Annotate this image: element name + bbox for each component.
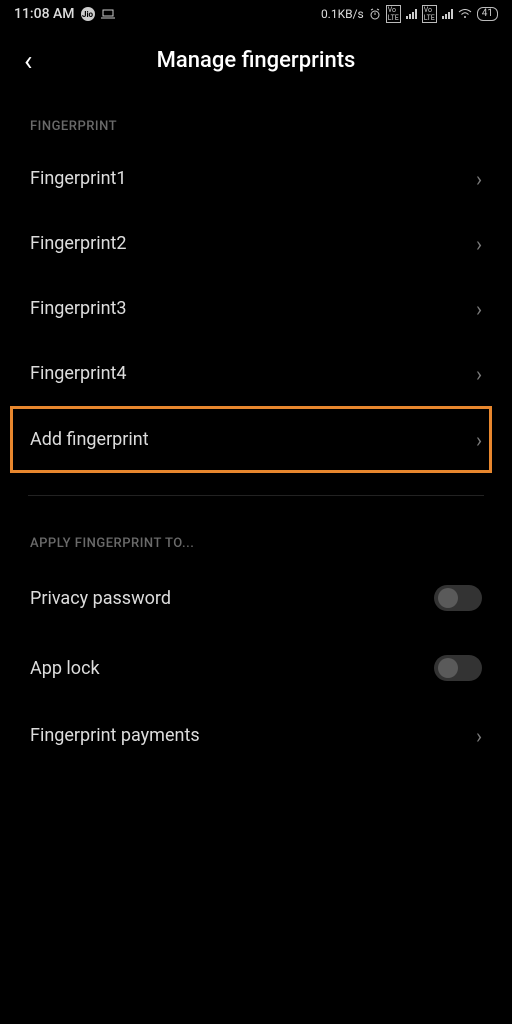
volte-icon-1: VoLTE xyxy=(386,5,401,23)
fingerprint-label: Fingerprint1 xyxy=(30,168,127,189)
divider xyxy=(28,495,484,496)
fingerprint-item-4[interactable]: Fingerprint4 › xyxy=(0,341,512,406)
status-left: 11:08 AM Jio xyxy=(14,6,115,22)
fingerprint-item-3[interactable]: Fingerprint3 › xyxy=(0,276,512,341)
carrier-icon: Jio xyxy=(81,7,95,21)
privacy-password-toggle[interactable] xyxy=(434,585,482,611)
chevron-right-icon: › xyxy=(476,428,482,452)
fingerprint-label: Fingerprint3 xyxy=(30,298,127,319)
chevron-right-icon: › xyxy=(476,169,482,189)
status-right: 0.1KB/s VoLTE VoLTE 41 xyxy=(321,5,498,23)
privacy-password-label: Privacy password xyxy=(30,588,171,609)
data-rate: 0.1KB/s xyxy=(321,7,364,21)
section-header-apply: APPLY FINGERPRINT TO... xyxy=(0,518,512,563)
add-fingerprint-label: Add fingerprint xyxy=(30,429,149,450)
wifi-icon xyxy=(458,9,472,19)
battery-icon: 41 xyxy=(477,7,498,21)
fingerprint-label: Fingerprint4 xyxy=(30,363,127,384)
chevron-right-icon: › xyxy=(476,364,482,384)
privacy-password-item[interactable]: Privacy password xyxy=(0,563,512,633)
status-time: 11:08 AM xyxy=(14,6,75,22)
signal-icon-2 xyxy=(442,9,453,19)
chevron-right-icon: › xyxy=(476,299,482,319)
chevron-right-icon: › xyxy=(476,726,482,746)
fingerprint-payments-label: Fingerprint payments xyxy=(30,725,200,746)
chevron-right-icon: › xyxy=(476,234,482,254)
app-lock-item[interactable]: App lock xyxy=(0,633,512,703)
page-header: ‹ Manage fingerprints xyxy=(0,28,512,101)
laptop-icon xyxy=(101,9,115,19)
section-header-fingerprint: FINGERPRINT xyxy=(0,101,512,146)
add-fingerprint-button[interactable]: Add fingerprint xyxy=(10,406,492,473)
alarm-icon xyxy=(369,8,381,20)
signal-icon-1 xyxy=(406,9,417,19)
fingerprint-item-2[interactable]: Fingerprint2 › xyxy=(0,211,512,276)
fingerprint-item-1[interactable]: Fingerprint1 › xyxy=(0,146,512,211)
page-title: Manage fingerprints xyxy=(16,48,496,73)
status-bar: 11:08 AM Jio 0.1KB/s VoLTE VoLTE 41 xyxy=(0,0,512,28)
app-lock-toggle[interactable] xyxy=(434,655,482,681)
app-lock-label: App lock xyxy=(30,658,100,679)
back-button[interactable]: ‹ xyxy=(24,47,32,75)
volte-icon-2: VoLTE xyxy=(422,5,437,23)
fingerprint-payments-item[interactable]: Fingerprint payments › xyxy=(0,703,512,768)
fingerprint-label: Fingerprint2 xyxy=(30,233,127,254)
